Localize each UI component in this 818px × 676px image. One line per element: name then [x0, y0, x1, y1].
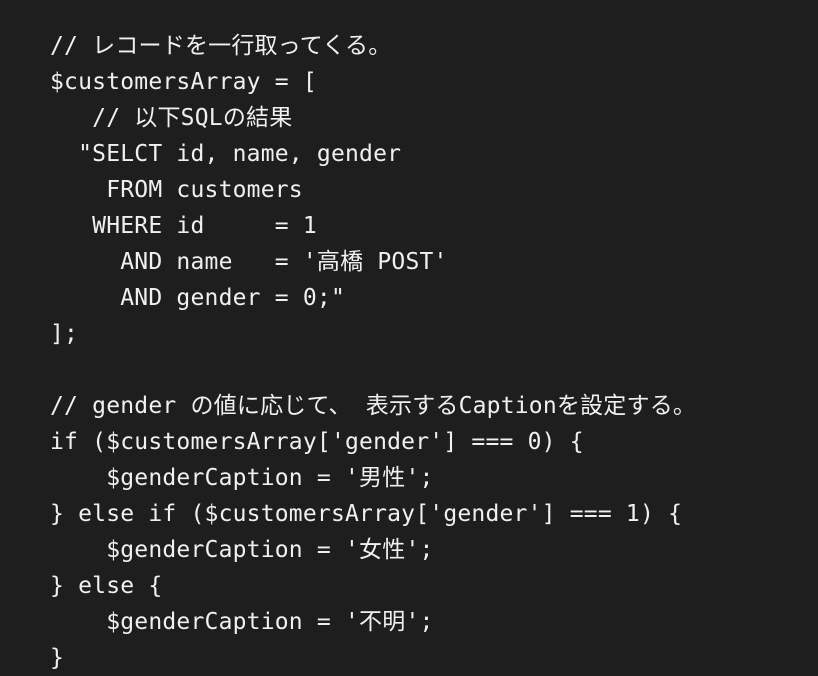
code-line: if ($customersArray['gender'] === 0) {	[50, 429, 584, 455]
code-line: $genderCaption = '女性';	[50, 537, 434, 563]
code-line: "SELCT id, name, gender	[50, 141, 402, 167]
code-line: $genderCaption = '男性';	[50, 465, 434, 491]
code-editor[interactable]: // レコードを一行取ってくる。 $customersArray = [ // …	[0, 0, 818, 676]
code-line: }	[50, 645, 65, 671]
code-line-comment: // 以下SQLの結果	[50, 105, 293, 131]
code-line: ];	[50, 321, 79, 347]
code-line: WHERE id = 1	[50, 213, 317, 239]
code-line: $genderCaption = '不明';	[50, 609, 434, 635]
code-line-comment: // レコードを一行取ってくる。	[50, 33, 392, 59]
code-line: FROM customers	[50, 177, 303, 203]
code-line: $customersArray = [	[50, 69, 317, 95]
code-line: } else if ($customersArray['gender'] ===…	[50, 501, 683, 527]
code-line: AND gender = 0;"	[50, 285, 345, 311]
code-line: AND name = '高橋 POST'	[50, 249, 448, 275]
code-line-comment: // gender の値に応じて、 表示するCaptionを設定する。	[50, 393, 697, 419]
code-line: } else {	[50, 573, 163, 599]
